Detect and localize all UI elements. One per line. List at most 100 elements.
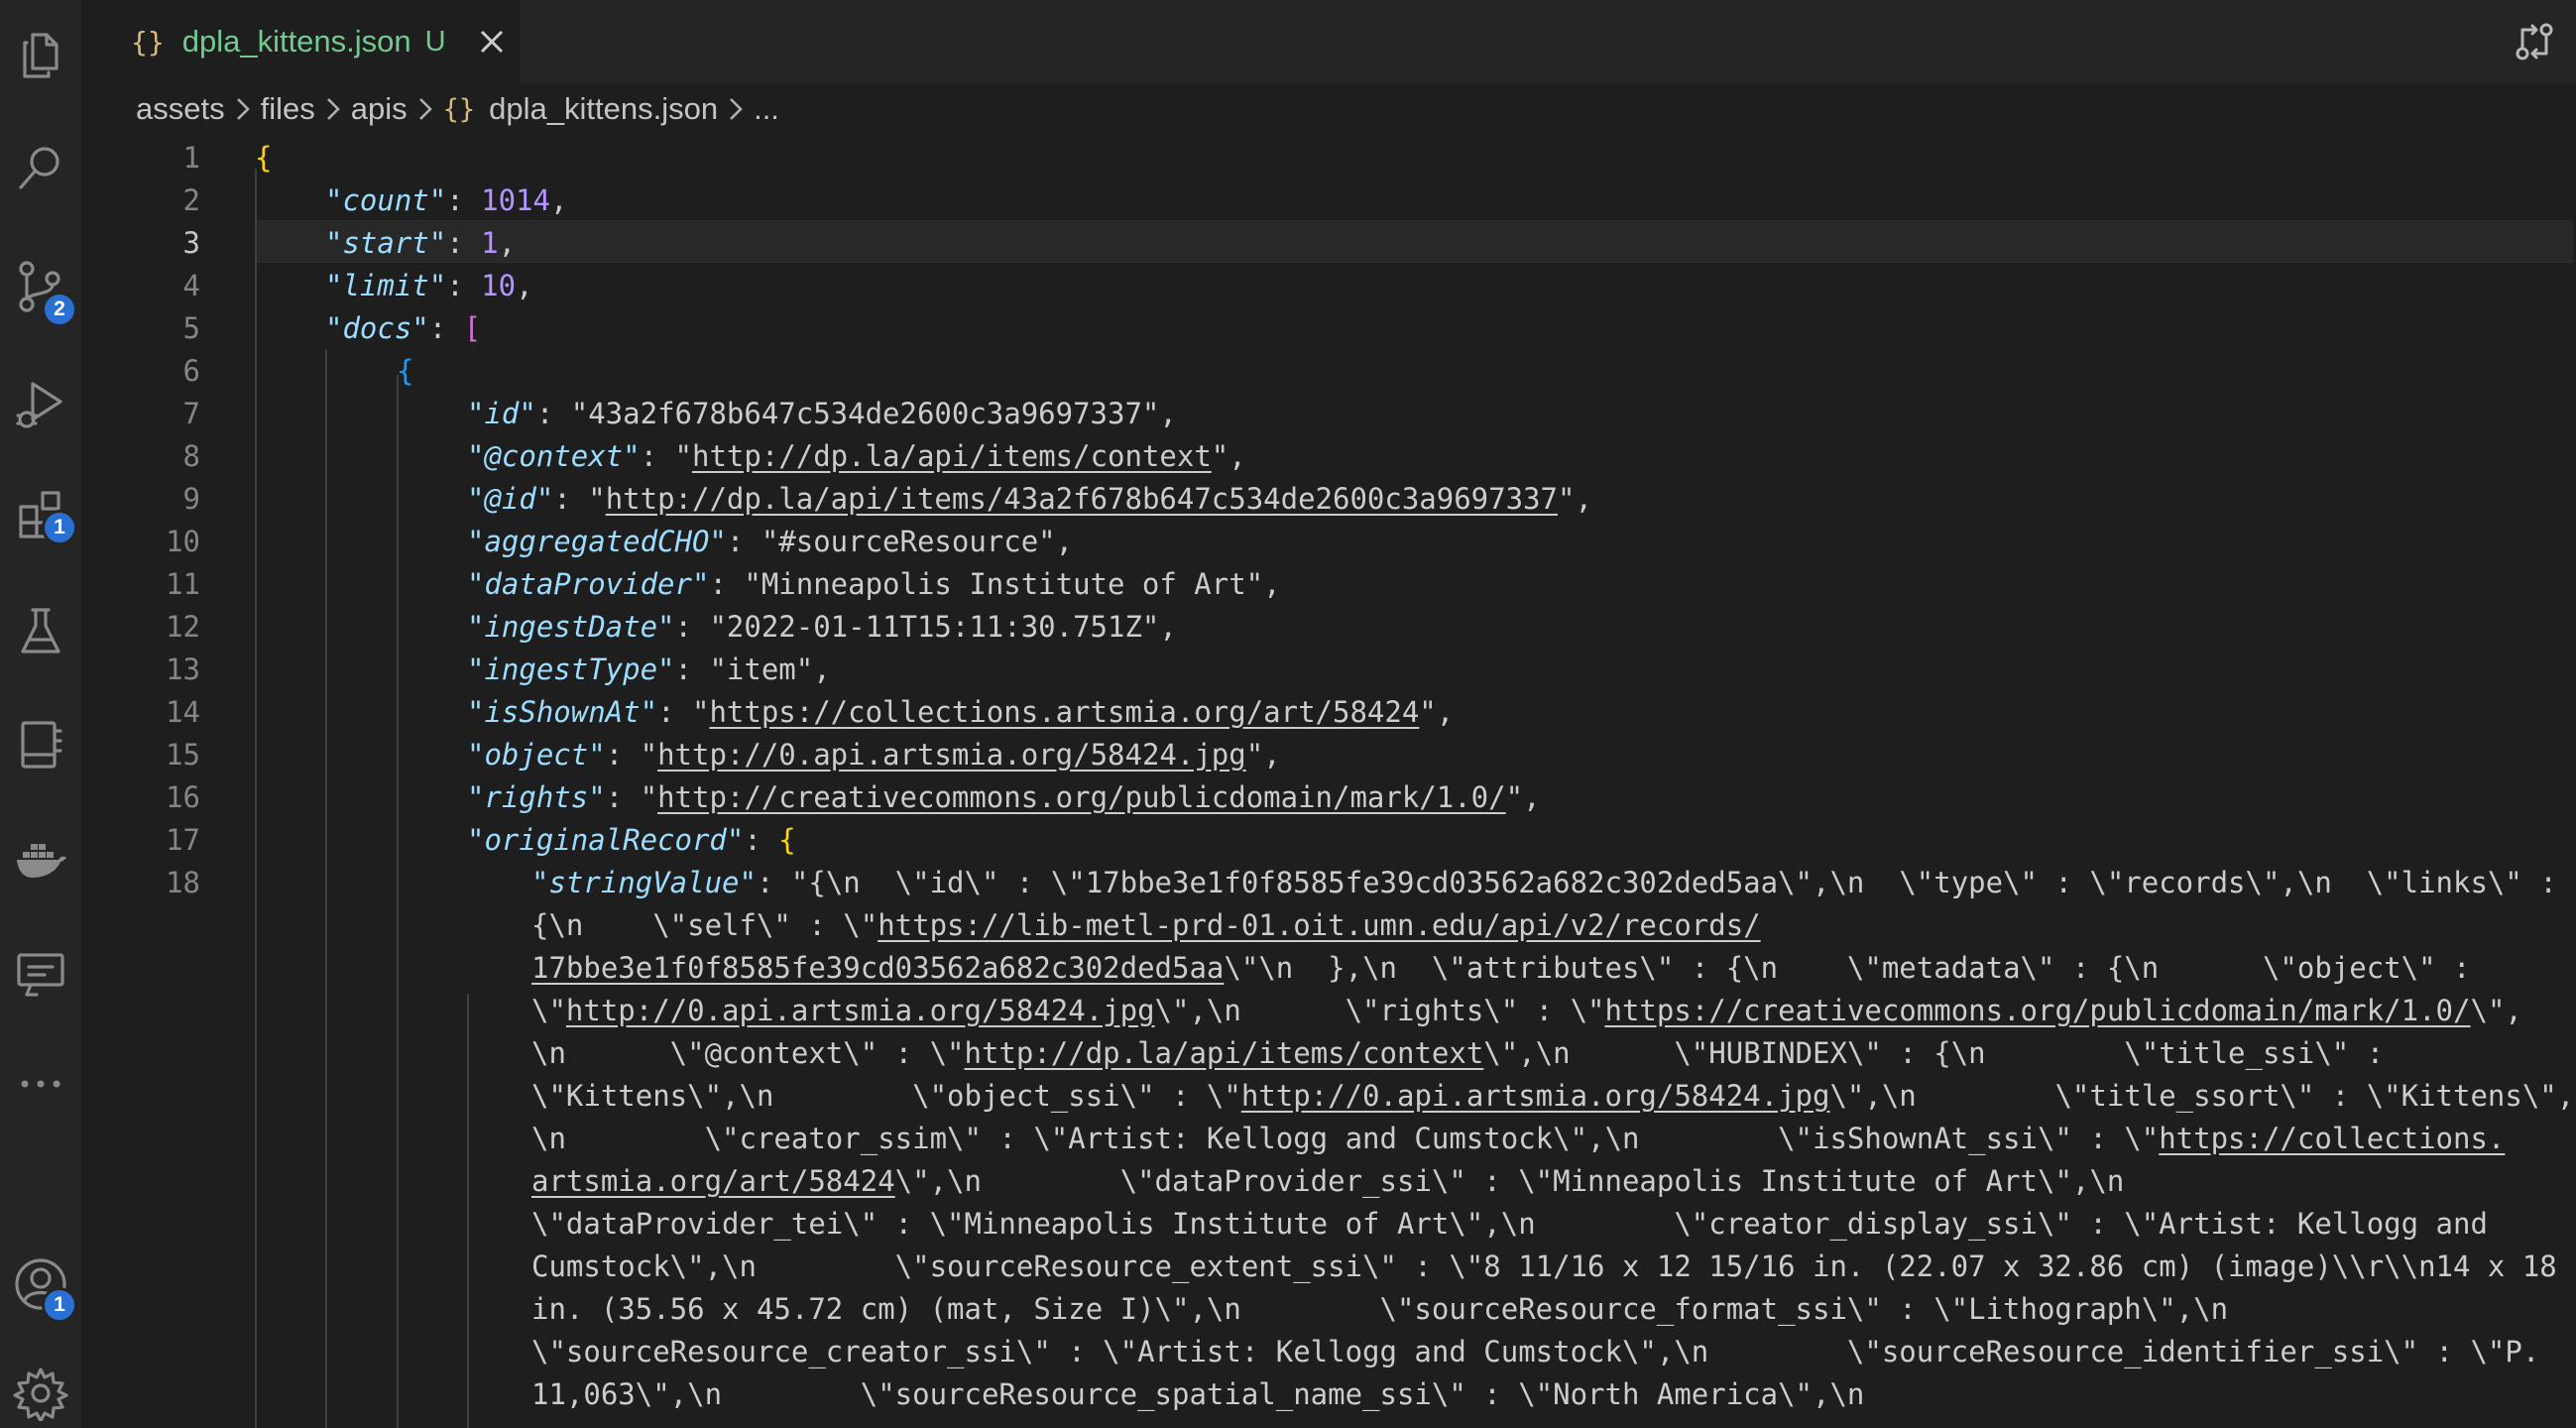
quote: " [674,439,692,473]
url-link[interactable]: http://0.api.artsmia.org/58424.jpg [657,738,1246,772]
quote: " [1557,482,1576,516]
code-line-wrap: \"dataProvider_tei\" : \"Minneapolis Ins… [531,1207,2488,1241]
brace: { [778,823,796,857]
code-line-wrap: 11,063\",\n \"sourceResource_spatial_nam… [531,1377,1864,1411]
line-number: 18 [166,866,200,899]
remote-explorer-icon[interactable] [0,920,81,1029]
docker-icon[interactable] [0,803,81,912]
code-line: "dataProvider": "Minneapolis Institute o… [467,567,1281,601]
url-link[interactable]: https://lib-metl-prd-01.oit.umn.edu/api/… [878,908,1760,942]
line-number: 12 [166,610,200,644]
indent-guide [255,169,257,1428]
code-editor[interactable]: 1 2 3 4 5 6 7 8 9 10 11 12 13 14 15 16 1… [81,135,2576,1428]
json-key: "docs" [325,311,429,345]
json-separator: : [446,226,482,260]
json-separator: : [605,738,641,772]
json-separator: : [756,866,791,899]
json-comma: , [1159,610,1177,644]
close-icon[interactable] [472,22,512,61]
json-string: "Minneapolis Institute of Art" [744,567,1264,601]
explorer-icon[interactable] [0,0,81,109]
code-line: "ingestDate": "2022-01-11T15:11:30.751Z"… [467,610,1177,644]
line-number: 8 [182,439,200,473]
json-separator: : [674,610,710,644]
quote: " [1419,695,1437,729]
json-string: \",\n \"rights\" : \" [1154,994,1605,1027]
json-number: 1 [481,226,499,260]
notebook-icon[interactable] [0,690,81,799]
line-number: 13 [166,653,200,686]
accounts-badge: 1 [42,1287,77,1323]
json-key: "@context" [467,439,641,473]
url-link[interactable]: https://collections. [2159,1122,2505,1155]
quote: " [588,482,606,516]
url-link[interactable]: https://collections.artsmia.org/art/5842… [709,695,1419,729]
line-number: 6 [182,354,200,388]
json-string: Cumstock\",\n \"sourceResource_extent_ss… [531,1250,2557,1283]
breadcrumb-apis[interactable]: apis [351,91,408,127]
url-link[interactable]: artsmia.org/art/58424 [531,1164,895,1198]
json-key: "@id" [467,482,554,516]
code-line: "rights": "http://creativecommons.org/pu… [467,780,1541,814]
breadcrumb-assets[interactable]: assets [136,91,225,127]
json-braces-icon: {} [442,93,476,125]
indent-guide [397,375,399,1428]
open-changes-icon[interactable] [2511,18,2558,65]
json-comma: , [549,183,568,217]
url-link[interactable]: http://dp.la/api/items/context [965,1036,1484,1070]
json-comma: , [1263,567,1281,601]
json-comma: , [1263,738,1281,772]
breadcrumb: assets files apis {} dpla_kittens.json .… [81,83,2576,135]
url-link[interactable]: http://0.api.artsmia.org/58424.jpg [1241,1079,1830,1113]
search-icon[interactable] [0,113,81,222]
url-link[interactable]: http://creativecommons.org/publicdomain/… [657,780,1506,814]
settings-gear-icon[interactable] [0,1339,81,1428]
code-line-wrap: \n \"@context\" : \"http://dp.la/api/ite… [531,1036,2384,1070]
line-number: 11 [166,567,200,601]
url-link[interactable]: http://dp.la/api/items/context [692,439,1212,473]
json-comma: , [1159,397,1177,430]
json-comma: , [1055,525,1074,558]
code-line: "isShownAt": "https://collections.artsmi… [467,695,1454,729]
line-number: 17 [166,823,200,857]
json-string: 11,063\",\n \"sourceResource_spatial_nam… [531,1377,1865,1411]
editor-tab[interactable]: {} dpla_kittens.json U [81,0,520,83]
json-string: \"Kittens\",\n \"object_ssi\" : \" [531,1079,1241,1113]
breadcrumb-more[interactable]: ... [754,91,779,127]
more-icon[interactable] [0,1029,81,1138]
url-link[interactable]: https://creativecommons.org/publicdomain… [1605,994,2471,1027]
url-link[interactable]: http://0.api.artsmia.org/58424.jpg [566,994,1155,1027]
quote: " [640,738,658,772]
quote: " [1211,439,1229,473]
extensions-icon[interactable]: 1 [0,458,81,567]
line-number: 9 [182,482,200,516]
breadcrumb-file[interactable]: dpla_kittens.json [489,91,718,127]
source-control-badge: 2 [42,292,77,327]
bracket: [ [463,311,482,345]
json-separator: : [535,397,571,430]
testing-icon[interactable] [0,577,81,686]
accounts-icon[interactable]: 1 [0,1230,81,1339]
url-link[interactable]: http://dp.la/api/items/43a2f678b647c534d… [606,482,1558,516]
breadcrumb-files[interactable]: files [261,91,315,127]
json-key: "count" [325,183,447,217]
chevron-right-icon [417,96,433,122]
source-control-icon[interactable]: 2 [0,232,81,341]
json-key: "start" [325,226,447,260]
line-number: 7 [182,397,200,430]
json-key: "originalRecord" [467,823,745,857]
json-key: "object" [467,738,606,772]
code-line: "stringValue": "{\n \"id\" : \"17bbe3e1f… [531,866,2557,899]
json-separator: : [428,311,464,345]
code-line: { [397,354,413,388]
quote: " [1505,780,1524,814]
code-line: "@context": "http://dp.la/api/items/cont… [467,439,1246,473]
quote: " [1245,738,1264,772]
code-line: "limit": 10, [325,269,533,302]
url-link[interactable]: 17bbe3e1f0f8585fe39cd03562a682c302ded5aa [531,951,1224,985]
json-key: "aggregatedCHO" [467,525,727,558]
code-line: "aggregatedCHO": "#sourceResource", [467,525,1073,558]
code-line-wrap: \"sourceResource_creator_ssi\" : \"Artis… [531,1335,2539,1368]
json-key: "ingestDate" [467,610,675,644]
run-debug-icon[interactable] [0,349,81,458]
